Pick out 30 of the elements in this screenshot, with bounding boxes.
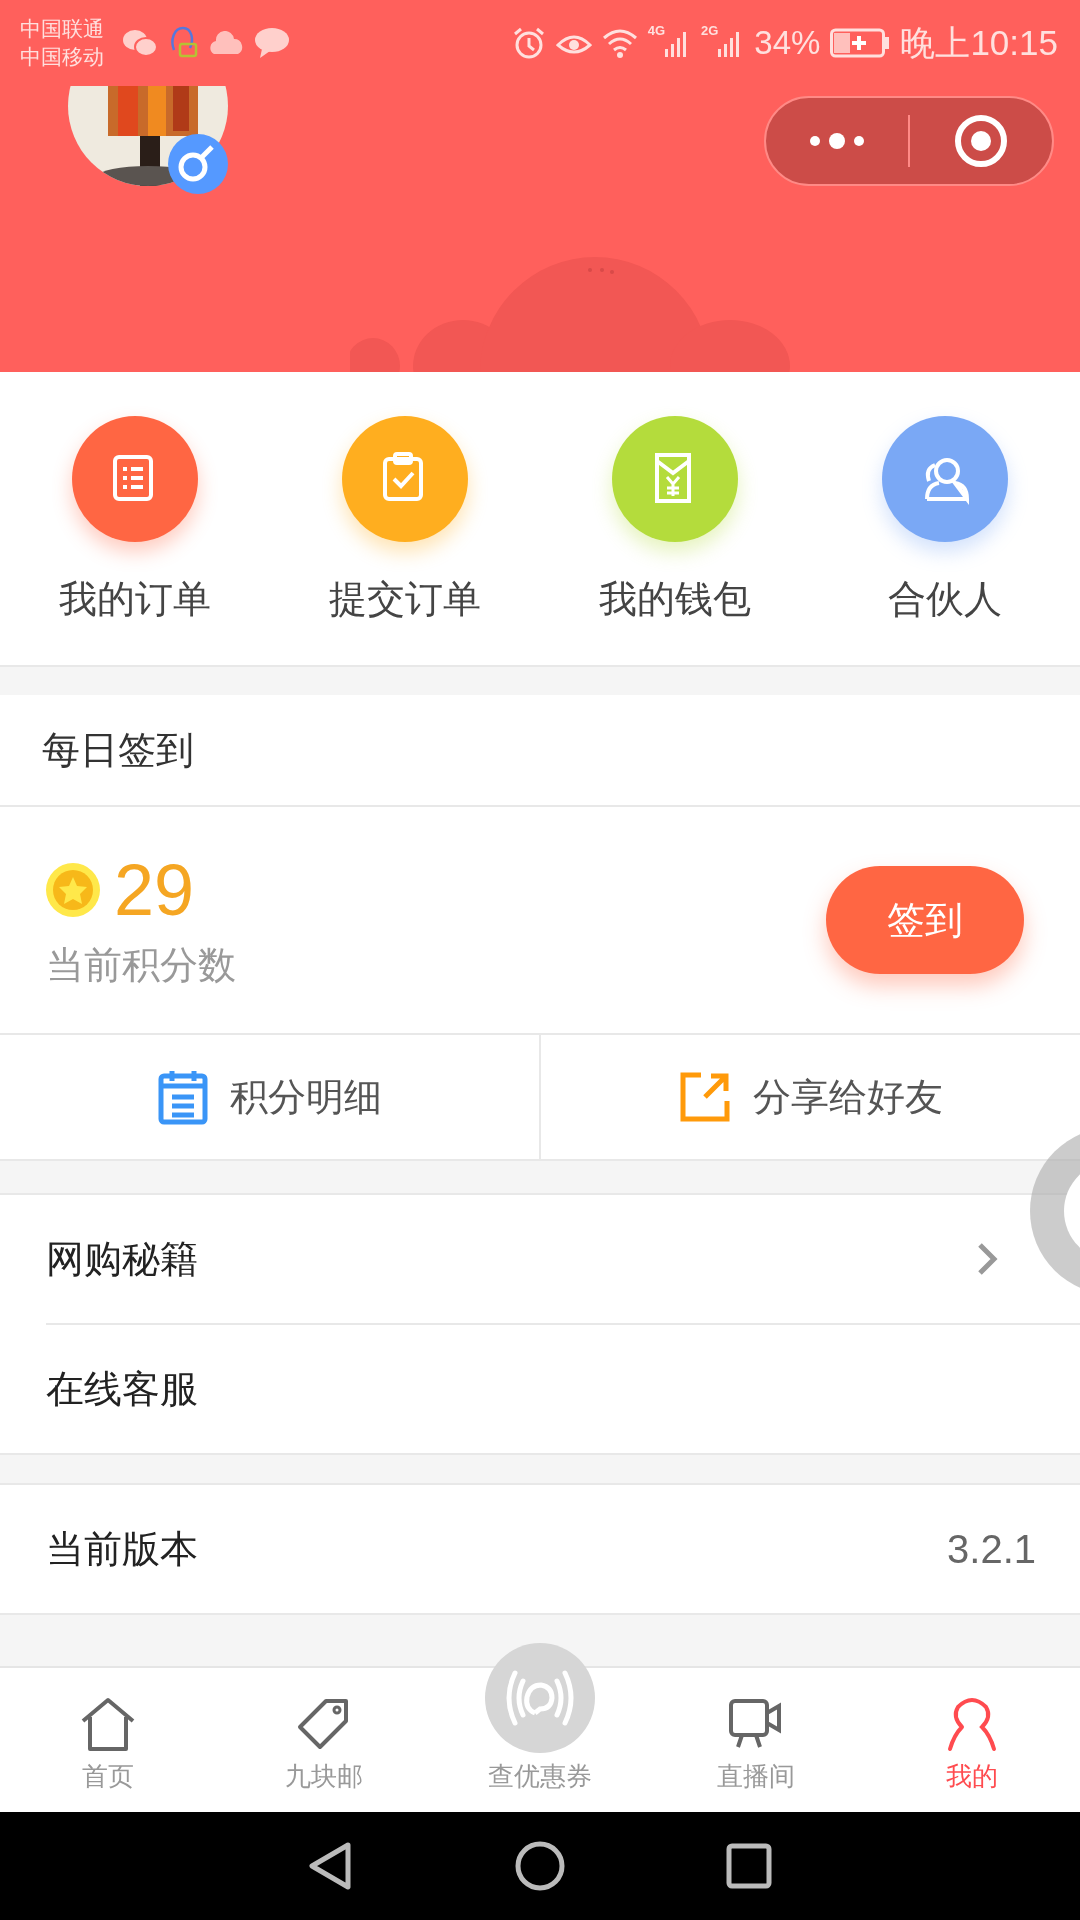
home-icon bbox=[80, 1697, 136, 1753]
recents-icon[interactable] bbox=[726, 1843, 772, 1889]
alarm-clock-icon bbox=[511, 26, 546, 60]
network-label: 2G bbox=[701, 23, 719, 38]
version-number: 3.2.1 bbox=[947, 1526, 1036, 1572]
calendar-icon bbox=[157, 1069, 208, 1125]
menu-label: 在线客服 bbox=[46, 1366, 198, 1412]
network-label: 4G bbox=[647, 23, 665, 38]
chat-bubbles-icon bbox=[122, 28, 158, 58]
points-value: 29 bbox=[114, 849, 195, 930]
quick-action[interactable]: 提交订单 bbox=[270, 416, 540, 625]
male-symbol-icon bbox=[168, 134, 228, 194]
section-title: 每日签到 bbox=[0, 695, 1080, 807]
quick-action[interactable]: 我的订单 bbox=[0, 416, 270, 625]
menu-label: 当前版本 bbox=[46, 1526, 198, 1572]
carrier-name: 中国移动 bbox=[20, 44, 104, 70]
speech-bubble-icon bbox=[254, 27, 290, 59]
home-button-icon[interactable] bbox=[514, 1840, 566, 1892]
carrier-name: 中国联通 bbox=[20, 16, 104, 42]
battery-percent: 34% bbox=[754, 24, 821, 62]
menu-label: 网购秘籍 bbox=[46, 1236, 198, 1282]
clock-time: 晚上10:15 bbox=[900, 21, 1058, 64]
wifi-icon bbox=[601, 28, 638, 58]
share-icon bbox=[678, 1071, 731, 1123]
points-label: 当前积分数 bbox=[46, 942, 236, 988]
battery-icon bbox=[830, 28, 891, 58]
cloud-icon bbox=[208, 31, 244, 55]
quick-action[interactable]: 我的钱包 bbox=[540, 416, 810, 625]
quick-action[interactable]: 合伙人 bbox=[810, 416, 1080, 625]
back-icon[interactable] bbox=[308, 1841, 354, 1891]
